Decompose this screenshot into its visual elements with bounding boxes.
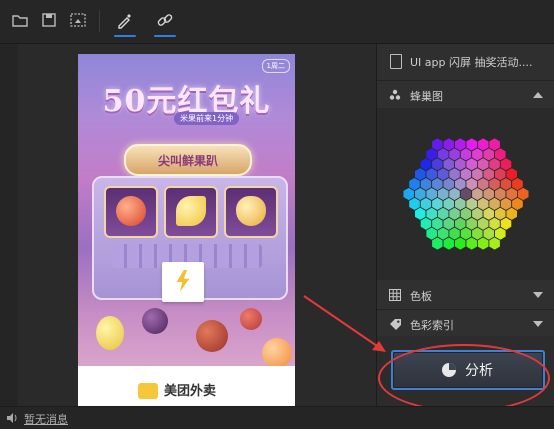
dots-icon — [389, 89, 401, 100]
expand-arrow-icon[interactable] — [533, 321, 543, 327]
poster-sign: 尖叫鲜果趴 — [124, 144, 252, 176]
link-active-indicator — [154, 35, 176, 37]
reel-pear — [224, 186, 278, 238]
honeycomb-chart[interactable] — [377, 108, 554, 280]
eyedropper-button[interactable] — [114, 9, 136, 37]
honeycomb-section-label: 蜂巢图 — [410, 90, 443, 103]
link-button[interactable] — [154, 9, 176, 37]
grid-icon — [389, 289, 401, 301]
annotation-highlight-ellipse — [378, 344, 550, 412]
poster-sign-text: 尖叫鲜果趴 — [157, 154, 218, 168]
poster-badge: 1周二 — [261, 59, 290, 73]
peach-character — [262, 338, 292, 368]
meituan-logo-icon — [138, 383, 158, 399]
crop-select-button[interactable] — [67, 9, 89, 31]
status-bar: 暂无消息 — [0, 406, 554, 429]
palette-section-header[interactable]: 色板 — [377, 281, 554, 310]
palette-section-label: 色板 — [410, 290, 432, 303]
apple-illustration — [116, 196, 146, 226]
folder-icon — [12, 15, 28, 27]
banana-illustration — [176, 196, 206, 226]
poster-image[interactable]: 1周二 50元红包礼 米果前来1分钟 尖叫鲜果趴 美团外卖 — [78, 54, 295, 406]
poster-subtitle: 米果前来1分钟 — [174, 112, 240, 125]
file-row[interactable]: UI app 闪屏 抽奖活动.... — [377, 44, 554, 81]
poster-footer: 美团外卖 — [78, 366, 295, 406]
open-folder-button[interactable] — [9, 9, 31, 31]
collapse-arrow-icon[interactable] — [533, 92, 543, 98]
honeycomb-chart-area[interactable] — [377, 108, 554, 280]
toolbar-separator — [99, 10, 100, 32]
color-index-section-header[interactable]: 色彩索引 — [377, 310, 554, 339]
save-button[interactable] — [38, 9, 60, 31]
lottery-ticket — [162, 262, 204, 302]
left-strip — [0, 44, 18, 406]
toolbar — [0, 0, 554, 44]
mangosteen-character — [142, 308, 168, 334]
bolt-icon — [176, 270, 190, 292]
color-index-section-label: 色彩索引 — [410, 319, 454, 332]
honeycomb-cell[interactable] — [516, 186, 530, 202]
annotation-arrow — [303, 295, 386, 352]
file-icon — [390, 54, 402, 69]
file-name: UI app 闪屏 抽奖活动.... — [410, 56, 533, 69]
honeycomb-section-header[interactable]: 蜂巢图 — [377, 81, 554, 110]
poster-footer-text: 美团外卖 — [164, 384, 217, 399]
eyedropper-active-indicator — [114, 35, 136, 37]
lemon-character — [96, 316, 124, 350]
expand-arrow-icon[interactable] — [533, 292, 543, 298]
eyedropper-icon — [118, 14, 131, 29]
status-message[interactable]: 暂无消息 — [24, 411, 68, 427]
cherry-character — [240, 308, 262, 330]
speaker-icon — [7, 413, 17, 423]
pear-illustration — [236, 196, 266, 226]
save-icon — [42, 13, 56, 27]
lychee-character — [196, 320, 228, 352]
crop-select-icon — [70, 13, 86, 27]
link-icon — [157, 14, 173, 26]
reel-apple — [104, 186, 158, 238]
tag-icon — [390, 319, 401, 330]
reel-banana — [164, 186, 218, 238]
